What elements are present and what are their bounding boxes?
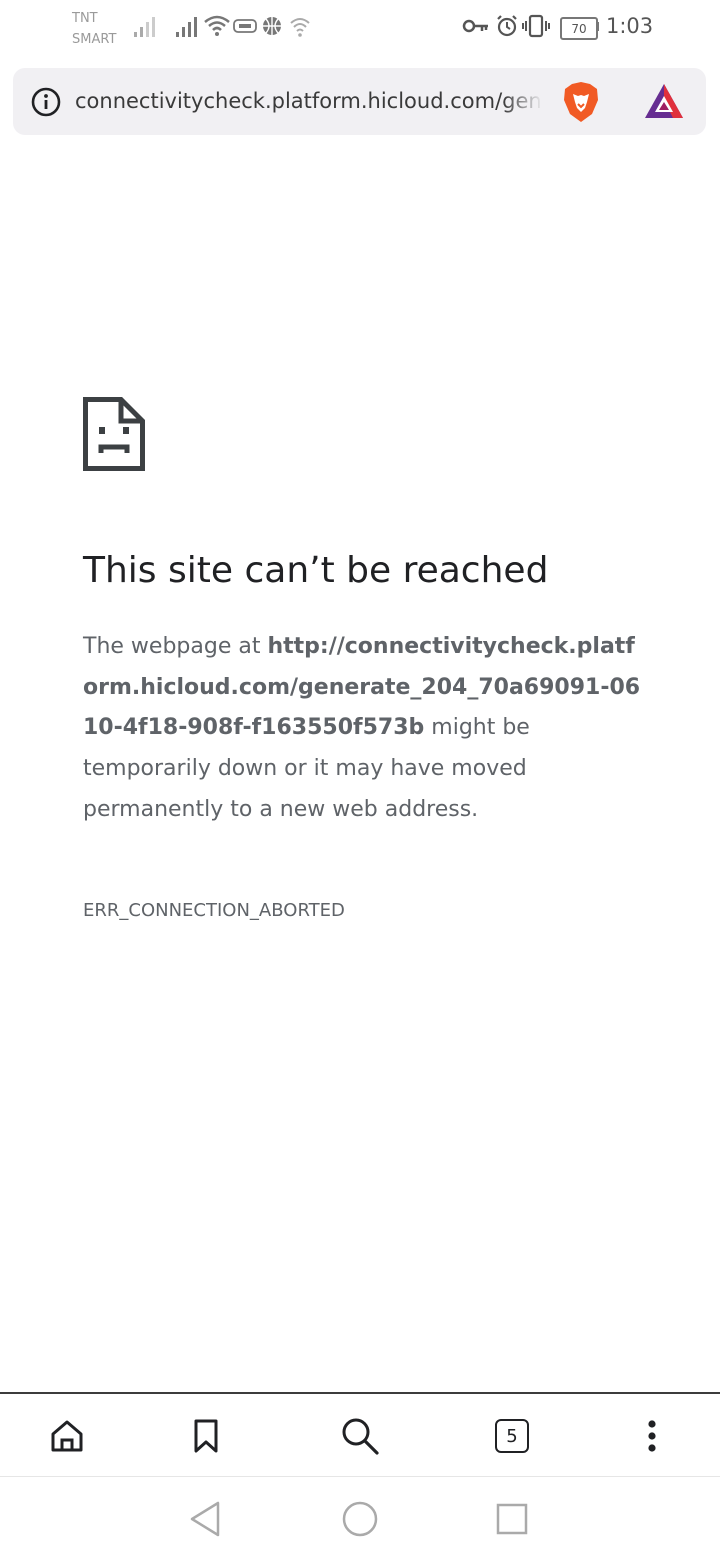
search-icon (342, 1418, 379, 1455)
url-text[interactable]: connectivitycheck.platform.hicloud.com/g… (75, 68, 543, 135)
wifi-hotspot-icon (290, 18, 310, 37)
sad-page-icon (83, 397, 145, 471)
recents-icon[interactable] (490, 1497, 534, 1541)
error-desc-prefix: The webpage at (83, 634, 268, 659)
carrier-name: TNT SMART (72, 8, 116, 50)
home-icon (51, 1420, 83, 1452)
brave-shields-icon[interactable] (560, 80, 602, 124)
battery-tip (596, 22, 599, 31)
error-title: This site can’t be reached (83, 550, 549, 591)
hd-icon (233, 19, 257, 33)
wifi-icon (204, 15, 230, 36)
vibrate-icon (522, 14, 550, 38)
url-fade (503, 68, 543, 135)
tab-count-icon: 5 (495, 1419, 529, 1453)
basketball-icon (263, 17, 281, 35)
clock: 1:03 (606, 14, 654, 38)
info-icon[interactable] (31, 87, 61, 117)
error-code: ERR_CONNECTION_ABORTED (83, 900, 345, 921)
search-button[interactable] (320, 1394, 400, 1478)
home-button[interactable] (27, 1394, 107, 1478)
carrier-line1: TNT (72, 11, 98, 26)
bookmarks-button[interactable] (166, 1394, 246, 1478)
back-icon[interactable] (184, 1497, 228, 1541)
alarm-icon (497, 15, 517, 37)
signal-icon (176, 17, 197, 37)
battery-level: 70 (571, 21, 587, 36)
status-bar: TNT SMART 70 1:03 (0, 0, 720, 56)
system-navigation-bar (0, 1476, 720, 1561)
tab-count: 5 (506, 1425, 518, 1447)
error-description: The webpage at http://connectivitycheck.… (83, 627, 643, 831)
tabs-button[interactable]: 5 (472, 1394, 552, 1478)
menu-button[interactable] (612, 1394, 692, 1478)
address-bar[interactable]: connectivitycheck.platform.hicloud.com/g… (13, 68, 706, 135)
more-vert-icon (648, 1420, 656, 1452)
brave-rewards-icon[interactable] (643, 82, 685, 120)
carrier-line2: SMART (72, 32, 117, 47)
bottom-toolbar: 5 (0, 1392, 720, 1478)
bookmark-icon (194, 1419, 218, 1453)
battery-icon: 70 (560, 17, 598, 40)
signal-icon (134, 17, 155, 37)
home-circle-icon[interactable] (338, 1497, 382, 1541)
key-icon (462, 19, 488, 33)
